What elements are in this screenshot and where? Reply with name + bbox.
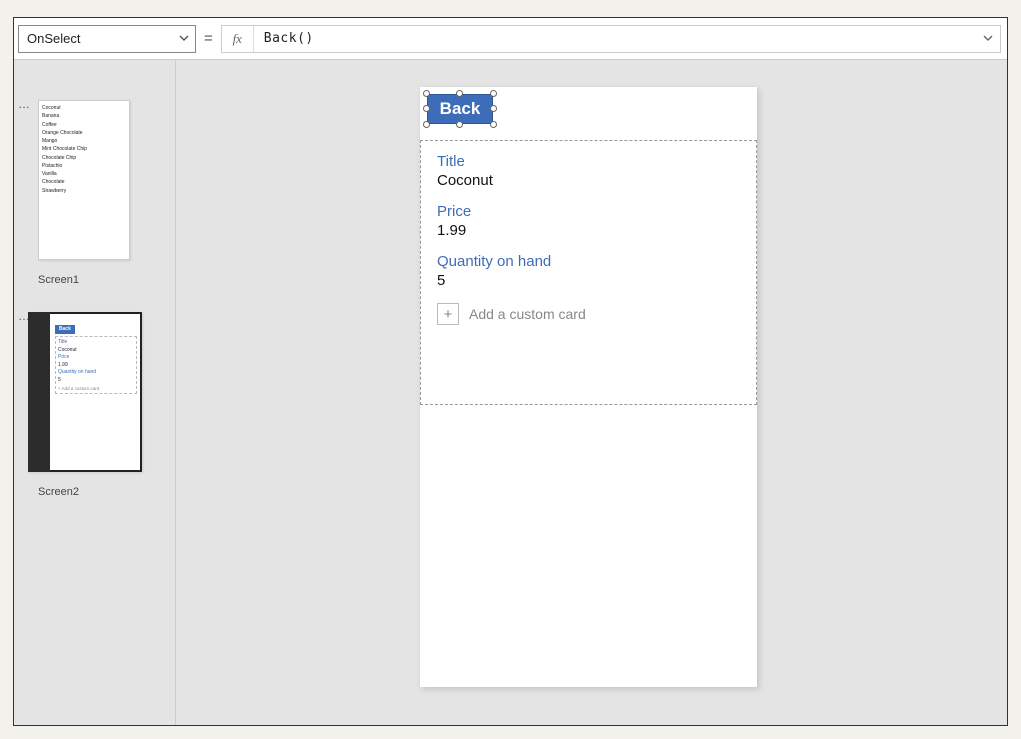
list-item: Chocolate Chip — [42, 154, 126, 162]
fx-icon: fx — [222, 26, 254, 52]
field-value: 1.99 — [58, 362, 134, 370]
plus-icon: + — [437, 303, 459, 325]
field-value-price: 1.99 — [437, 222, 740, 239]
add-card-label: + Add a custom card — [58, 386, 134, 391]
list-item: Strawberry — [42, 187, 126, 195]
formula-input-wrap: fx Back() — [221, 25, 1001, 53]
list-item: Orange Chocolate — [42, 129, 126, 137]
selection-band — [28, 312, 50, 472]
field-label: Price — [58, 354, 134, 362]
property-selector-value: OnSelect — [27, 31, 80, 46]
form-preview: Title Coconut Price 1.99 Quantity on han… — [55, 336, 137, 394]
back-button-selection[interactable]: Back — [427, 94, 493, 124]
list-item: Chocolate — [42, 178, 126, 186]
list-item: Coconut — [42, 104, 126, 112]
display-form[interactable]: Title Coconut Price 1.99 Quantity on han… — [420, 140, 757, 405]
app-frame: OnSelect = fx Back() … Coconut Banana Co… — [13, 17, 1008, 726]
formula-bar: OnSelect = fx Back() — [14, 18, 1007, 60]
more-icon[interactable]: … — [18, 98, 30, 110]
screens-sidebar: … Coconut Banana Coffee Orange Chocolate… — [14, 60, 176, 725]
list-item: Mint Chocolate Chip — [42, 145, 126, 153]
field-label-quantity: Quantity on hand — [437, 253, 740, 270]
field-value: Coconut — [58, 347, 134, 355]
field-value-title: Coconut — [437, 172, 740, 189]
list-item: Banana — [42, 112, 126, 120]
list-item: Mango — [42, 137, 126, 145]
add-custom-card[interactable]: + Add a custom card — [437, 303, 740, 325]
field-label: Title — [58, 339, 134, 347]
field-label-price: Price — [437, 203, 740, 220]
resize-handle-icon[interactable] — [423, 121, 430, 128]
list-item: Pistachio — [42, 162, 126, 170]
property-selector[interactable]: OnSelect — [18, 25, 196, 53]
field-label: Quantity on hand — [58, 369, 134, 377]
list-item: Vanilla — [42, 170, 126, 178]
back-button[interactable]: Back — [427, 94, 493, 124]
field-value: 5 — [58, 377, 134, 385]
formula-input[interactable]: Back() — [254, 31, 976, 46]
resize-handle-icon[interactable] — [423, 90, 430, 97]
main-area: … Coconut Banana Coffee Orange Chocolate… — [14, 60, 1007, 725]
thumbnail-card: Coconut Banana Coffee Orange Chocolate M… — [38, 100, 130, 260]
formula-expand-icon[interactable] — [976, 30, 1000, 48]
resize-handle-icon[interactable] — [423, 105, 430, 112]
phone-canvas: Back Title Coconut Price 1.99 Qu — [420, 87, 757, 687]
canvas-area[interactable]: Back Title Coconut Price 1.99 Qu — [176, 60, 1007, 725]
screen-name-label: Screen1 — [38, 274, 175, 286]
field-value-quantity: 5 — [437, 272, 740, 289]
resize-handle-icon[interactable] — [456, 90, 463, 97]
equals-label: = — [204, 30, 213, 47]
screen-name-label: Screen2 — [38, 486, 175, 498]
add-custom-card-label: Add a custom card — [469, 306, 586, 322]
screen-thumbnail-2[interactable]: … Back Title Coconut Price 1.99 Quantity… — [14, 312, 175, 498]
resize-handle-icon[interactable] — [490, 90, 497, 97]
chevron-down-icon — [179, 31, 189, 46]
field-label-title: Title — [437, 153, 740, 170]
back-button-preview: Back — [55, 325, 75, 334]
resize-handle-icon[interactable] — [456, 121, 463, 128]
resize-handle-icon[interactable] — [490, 121, 497, 128]
screen-thumbnail-1[interactable]: … Coconut Banana Coffee Orange Chocolate… — [14, 100, 175, 286]
list-item: Coffee — [42, 121, 126, 129]
resize-handle-icon[interactable] — [490, 105, 497, 112]
